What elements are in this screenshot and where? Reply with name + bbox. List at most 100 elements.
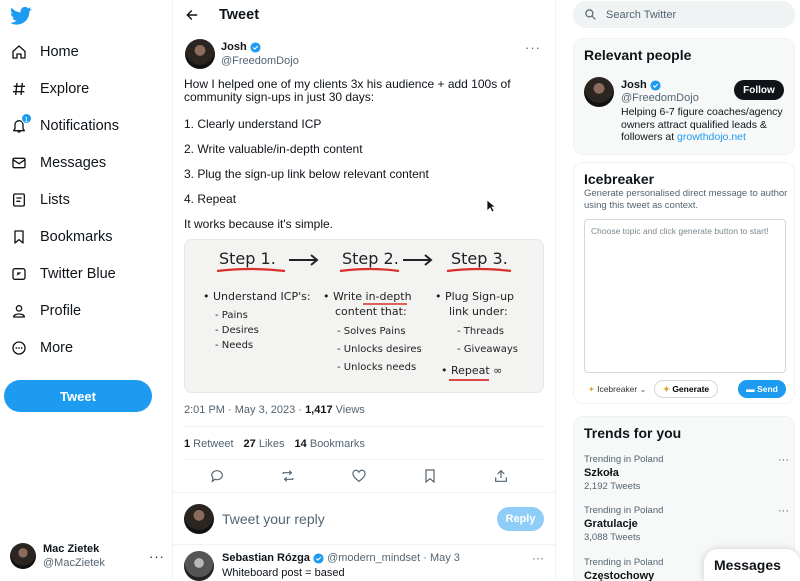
search-input[interactable] (606, 8, 776, 21)
relevant-person-avatar[interactable] (584, 77, 614, 107)
account-more-icon[interactable]: ··· (149, 549, 165, 564)
left-sidebar: Home Explore 1 Notifications Messages Li… (0, 0, 172, 581)
tweet-image-whiteboard[interactable]: Step 1. Step 2. Step 3. • Understand ICP… (184, 239, 544, 393)
trend-name: Szkoła (584, 467, 619, 479)
home-icon (10, 43, 28, 61)
nav-lists[interactable]: Lists (10, 185, 70, 215)
messages-drawer[interactable]: Messages (704, 549, 800, 581)
account-avatar (10, 543, 36, 569)
reply-more-icon[interactable]: ··· (532, 551, 544, 565)
nav-profile[interactable]: Profile (10, 296, 81, 326)
icebreaker-card: Icebreaker Generate personalised direct … (573, 162, 795, 404)
divider (173, 492, 555, 493)
whiteboard-col2-4: - Unlocks desires (337, 344, 422, 355)
divider (184, 459, 544, 460)
account-handle: @MacZietek (43, 557, 105, 569)
trend-item[interactable]: Trending in Poland Gratulacje 3,088 Twee… (584, 505, 789, 545)
author-avatar[interactable] (185, 39, 215, 69)
generate-label: Generate (672, 384, 710, 394)
author-handle[interactable]: @FreedomDojo (221, 54, 299, 68)
whiteboard-col2-5: - Unlocks needs (337, 362, 416, 373)
nav-explore[interactable]: Explore (10, 74, 89, 104)
retweets-stat[interactable]: 1 Retweet (184, 438, 234, 450)
twitter-logo-icon[interactable] (10, 6, 32, 26)
follow-button[interactable]: Follow (734, 80, 784, 100)
generate-button[interactable]: ✦ Generate (654, 380, 718, 398)
nav-more-label: More (40, 340, 74, 356)
more-circle-icon (10, 339, 28, 357)
icebreaker-textarea[interactable] (584, 219, 786, 373)
trend-more-icon[interactable]: ··· (778, 454, 789, 466)
whiteboard-col1-3: - Desires (215, 325, 259, 336)
likes-count: 27 (243, 438, 256, 450)
trend-name: Gratulacje (584, 518, 638, 530)
share-icon[interactable] (493, 468, 509, 484)
icebreaker-description: Generate personalised direct message to … (584, 188, 788, 211)
relevant-person-handle[interactable]: @FreedomDojo (621, 92, 699, 104)
list-icon (10, 191, 28, 209)
tweet-views-label: Views (332, 404, 365, 416)
trend-item[interactable]: Trending in Poland Szkoła 2,192 Tweets ·… (584, 454, 789, 494)
tweet-more-icon[interactable]: ··· (525, 40, 541, 55)
divider (173, 544, 555, 545)
reply-input[interactable] (222, 511, 472, 527)
tweet-intro: How I helped one of my clients 3x his au… (184, 77, 511, 104)
tweet-line-3: 3. Plug the sign-up link below relevant … (184, 167, 429, 181)
back-arrow-icon[interactable] (185, 8, 199, 22)
bookmark-action-icon[interactable] (422, 468, 438, 484)
bookmarks-label: Bookmarks (306, 438, 365, 450)
mouse-cursor-icon (486, 199, 496, 213)
tweet-timestamp[interactable]: 2:01 PM · May 3, 2023 · (184, 404, 305, 416)
trend-context: Trending in Poland (584, 454, 664, 465)
bell-icon: 1 (10, 113, 32, 135)
account-name: Mac Zietek (43, 543, 100, 555)
trend-context: Trending in Poland (584, 505, 664, 516)
nav-notifications-label: Notifications (40, 118, 119, 134)
verified-badge-icon (250, 41, 261, 53)
reply-button[interactable]: Reply (497, 507, 544, 531)
reply-author-handle[interactable]: @modern_mindset · May 3 (327, 552, 460, 564)
tweet-stats: 1 Retweet 27 Likes 14 Bookmarks (184, 438, 365, 450)
nav-messages[interactable]: Messages (10, 148, 106, 178)
tweet-line-4: 4. Repeat (184, 192, 237, 206)
bookmark-icon (10, 228, 28, 246)
reply-tweet[interactable]: Sebastian Rózga @modern_mindset · May 3 … (184, 551, 544, 581)
search-icon (585, 9, 596, 20)
nav-lists-label: Lists (40, 192, 70, 208)
like-heart-icon[interactable] (351, 468, 367, 484)
reply-icon[interactable] (209, 468, 225, 484)
send-icon: ▬ (746, 384, 755, 394)
trend-count: 3,088 Tweets (584, 532, 641, 543)
icebreaker-topic-select[interactable]: ✦ Icebreaker ⌄ (584, 380, 650, 398)
compose-tweet-button[interactable]: Tweet (4, 380, 152, 412)
search-bar[interactable] (573, 1, 795, 28)
right-sidebar: Relevant people Josh @FreedomDojo Follow… (556, 0, 800, 581)
reply-author-name[interactable]: Sebastian Rózga (222, 551, 310, 566)
nav-bookmarks[interactable]: Bookmarks (10, 222, 113, 252)
main-column: Tweet Josh @FreedomDojo ··· How I helped… (172, 0, 556, 581)
nav-notifications[interactable]: 1 Notifications (10, 111, 119, 141)
send-button[interactable]: ▬ Send (738, 380, 786, 398)
nav-twitter-blue[interactable]: Twitter Blue (10, 259, 116, 289)
author-name[interactable]: Josh (221, 40, 247, 54)
likes-stat[interactable]: 27 Likes (244, 438, 285, 450)
nav-home[interactable]: Home (10, 37, 79, 67)
relevant-person-name[interactable]: Josh (621, 79, 647, 92)
relevant-people-card: Relevant people Josh @FreedomDojo Follow… (573, 38, 795, 155)
account-switcher[interactable]: Mac Zietek @MacZietek ··· (10, 541, 165, 571)
nav-more[interactable]: More (10, 333, 73, 363)
whiteboard-col3-5: • Repeat ∞ (441, 364, 502, 377)
tweet-meta: 2:01 PM · May 3, 2023 · 1,417 Views (184, 404, 365, 416)
reply-author-avatar[interactable] (184, 551, 214, 581)
bookmarks-stat[interactable]: 14 Bookmarks (295, 438, 365, 450)
nav-bookmarks-label: Bookmarks (40, 229, 113, 245)
bio-link[interactable]: growthdojo.net (677, 131, 746, 143)
tweet-author[interactable]: Josh @FreedomDojo (185, 39, 299, 69)
retweet-icon[interactable] (280, 468, 296, 484)
page-title: Tweet (219, 7, 260, 23)
whiteboard-col3-1: • Plug Sign-up (435, 290, 514, 303)
send-label: Send (757, 384, 778, 394)
whiteboard-col1-2: - Pains (215, 310, 248, 321)
person-icon (10, 302, 28, 320)
trend-more-icon[interactable]: ··· (778, 505, 789, 517)
